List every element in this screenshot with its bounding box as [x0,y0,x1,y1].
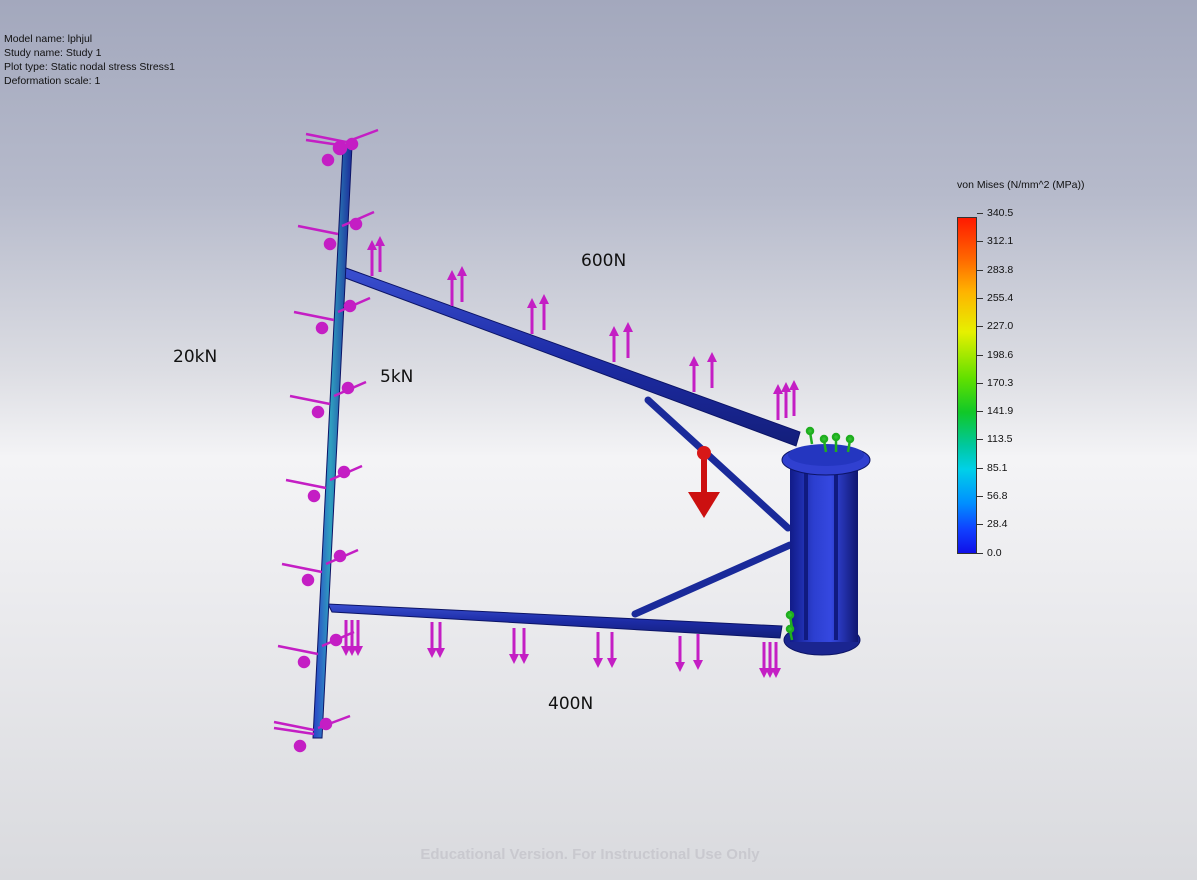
legend-tick: 170.3 [976,376,1014,389]
legend-tick: 85.1 [976,461,1008,474]
legend-tick: 0.0 [977,546,1002,559]
brace-upper[interactable] [644,396,792,532]
legend-tick: 283.8 [976,263,1014,276]
legend-tick: 113.5 [977,433,1013,446]
legend-tick: 28.4 [976,518,1008,531]
legend-tick: 312.1 [976,235,1014,248]
post-load-label: 20kN [173,347,218,367]
legend-tick: 340.5 [976,207,1014,219]
legend-tick: 141.9 [976,405,1014,418]
upper-beam-load-label: 600N [581,251,627,271]
lower-beam[interactable] [327,603,783,639]
legend-tick: 56.8 [976,490,1008,502]
legend-tick: 255.4 [976,291,1014,304]
legend-color-bar [957,217,977,554]
brace-lower[interactable] [631,541,794,618]
cylinder-support[interactable] [781,444,871,656]
legend-tick: 227.0 [976,320,1014,333]
lower-beam-load-label: 400N [548,694,594,714]
legend-title: von Mises (N/mm^2 (MPa)) [957,179,1085,191]
upper-beam[interactable] [339,267,801,447]
watermark: Educational Version. For Instructional U… [420,846,760,863]
legend-tick: 198.6 [976,348,1014,361]
legend-ticks: 340.5 312.1 283.8 255.4 227.0 198.6 170.3 141.9… [976,207,1037,559]
post-side-load-label: 5kN [380,367,414,387]
